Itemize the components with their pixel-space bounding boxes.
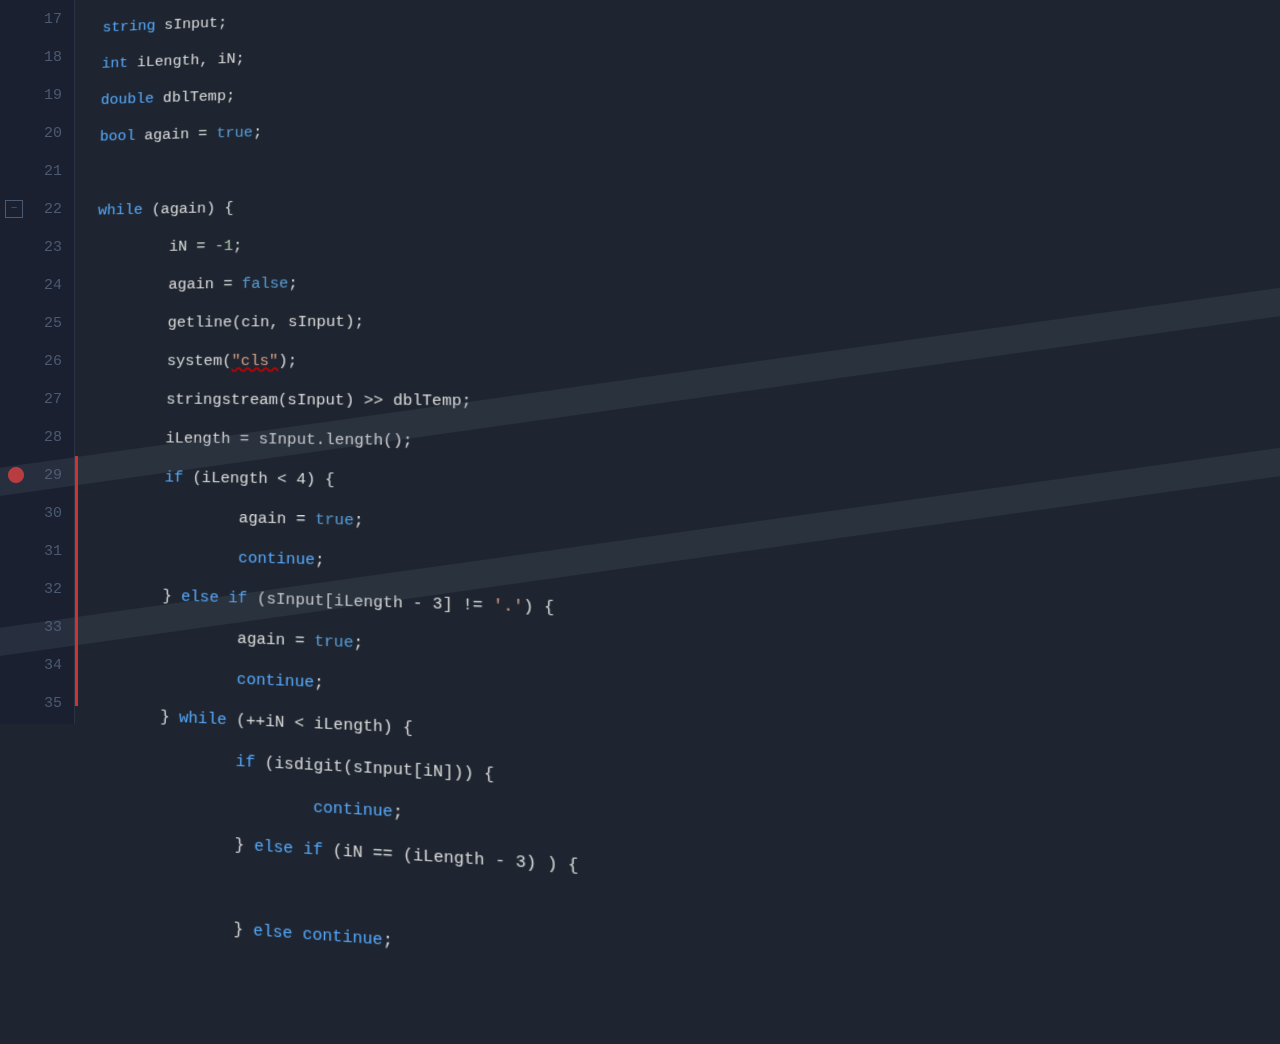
line-num-29[interactable]: 29 [0,456,74,494]
line-num-32: 32 [0,570,74,608]
token-plain: ; [353,633,363,653]
token-type: string [102,17,155,36]
code-content: string sInput; int iLength, iN; double d… [65,0,1280,802]
fold-icon-22[interactable]: − [5,200,23,218]
token-plain: dblTemp; [154,87,235,107]
token-type: double [101,90,155,109]
token-plain: ; [393,802,403,823]
token-type: bool [100,127,136,145]
token-plain: iLength, iN; [128,50,245,72]
token-plain [83,785,313,817]
token-plain: ; [354,511,364,530]
breakpoint-29[interactable] [8,467,24,483]
line-num-17: 17 [0,0,74,38]
code-editor: 17 18 19 20 21 − 22 23 24 25 26 27 [0,0,1280,724]
line-num-19: 19 [0,76,74,114]
token-plain: ) { [523,597,554,618]
token-kw-continue3: continue [302,924,382,950]
token-str: "cls" [231,352,278,370]
token-plain: (isdigit(sInput[iN])) { [255,753,494,785]
line-num-33: 33 [0,608,74,646]
token-plain: stringstream(sInput) >> dblTemp; [93,390,471,410]
token-kw-while2: while [179,708,227,730]
token-plain [86,664,237,689]
line-num-24: 24 [0,266,74,304]
token-plain [89,545,238,567]
token-plain: ; [253,123,262,141]
token-bool: true [216,124,253,143]
line-num-30: 30 [0,494,74,532]
token-plain: ; [314,673,324,693]
token-char: '.' [493,596,524,617]
line-num-21: 21 [0,152,74,190]
token-plain: ; [383,930,393,951]
token-plain: ; [288,274,298,292]
token-plain: again = [135,125,216,145]
token-kw-if2: if [236,752,256,773]
token-plain: again = [96,275,242,294]
token-plain: } [88,584,181,606]
token-kw-continue2: continue [313,797,393,821]
token-plain: } [82,826,254,856]
token-bool: true [314,632,353,653]
line-num-28: 28 [0,418,74,456]
token-plain: again = [90,506,315,529]
token-plain: (sInput[iLength - 3] != [247,589,493,616]
line-num-22[interactable]: − 22 [0,190,74,228]
token-num: -1 [215,237,234,255]
token-plain: (again) { [143,199,234,219]
line-num-20: 20 [0,114,74,152]
token-plain: system( [94,352,232,370]
line-num-23: 23 [0,228,74,266]
token-plain: iLength = sInput.length(); [92,428,412,450]
token-plain: (++iN < iLength) { [227,710,413,738]
line-number-gutter: 17 18 19 20 21 − 22 23 24 25 26 27 [0,0,75,724]
token-plain: ; [233,237,242,255]
token-plain: ; [315,550,325,569]
token-bool: true [315,510,354,530]
token-plain: ); [278,352,297,370]
token-bool: false [242,274,289,293]
token-plain [292,923,302,944]
token-plain: (iLength < 4) { [183,468,335,489]
line-num-27: 27 [0,380,74,418]
token-plain: iN = [97,237,215,257]
line-num-18: 18 [0,38,74,76]
token-kw-while: while [98,201,143,220]
token-kw-if: if [91,467,183,487]
code-line-26: system( "cls" ); [94,339,1280,384]
token-plain: sInput; [155,14,227,34]
breakpoint-indicator-line [75,456,78,706]
line-num-31: 31 [0,532,74,570]
token-type: int [101,54,128,72]
token-kw-else: else [253,921,293,944]
token-plain: again = [87,624,314,651]
line-num-25: 25 [0,304,74,342]
token-plain: getline(cin, sInput); [95,312,364,332]
line-num-35: 35 [0,684,74,722]
token-plain: } [80,909,253,941]
token-kw-continue: continue [238,549,315,570]
token-plain [84,744,236,771]
token-kw-elseif2: else if [254,836,323,860]
line-num-26: 26 [0,342,74,380]
line-num-34: 34 [0,646,74,684]
line-numbers: 17 18 19 20 21 − 22 23 24 25 26 27 [0,0,74,722]
token-plain: (iN == (iLength - 3) ) { [323,840,579,876]
token-kw-continue: continue [237,670,314,693]
token-kw-elseif: else if [181,587,247,608]
